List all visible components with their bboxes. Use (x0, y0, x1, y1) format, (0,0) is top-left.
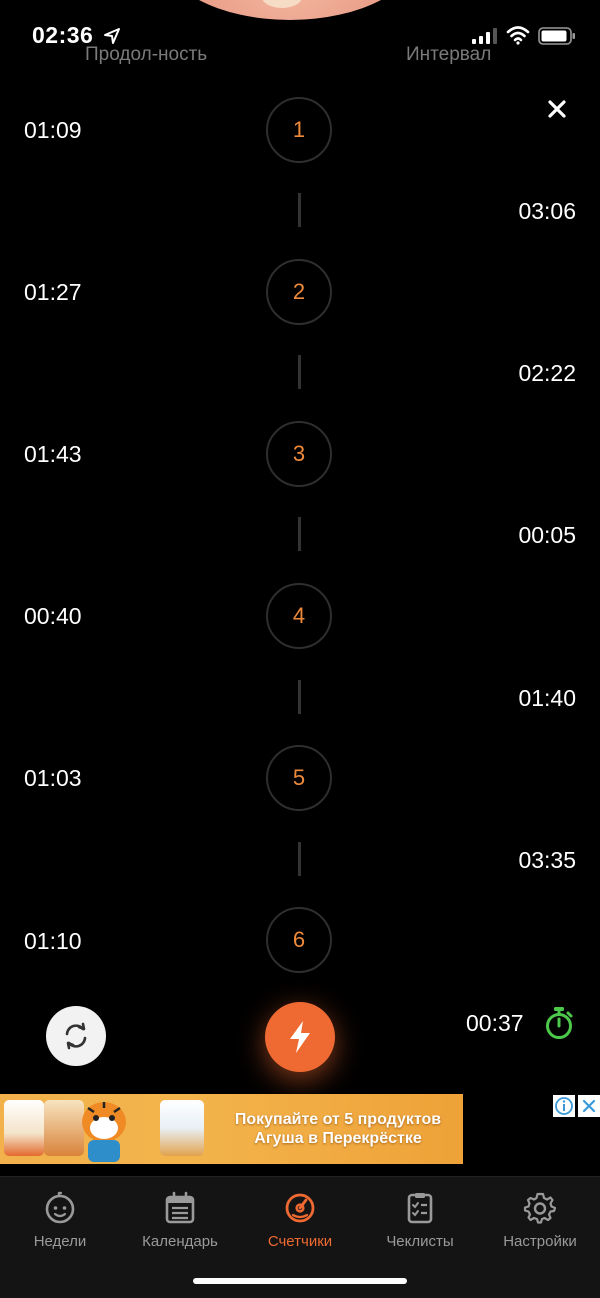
contraction-duration: 01:03 (24, 765, 82, 791)
contraction-interval: 03:06 (518, 198, 576, 224)
contraction-interval: 01:40 (518, 685, 576, 711)
tab-weeks[interactable]: Недели (0, 1187, 120, 1257)
contraction-number-badge[interactable]: 1 (266, 97, 332, 163)
contraction-interval: 02:22 (518, 360, 576, 386)
contraction-number-badge[interactable]: 2 (266, 259, 332, 325)
contraction-number-badge[interactable]: 3 (266, 421, 332, 487)
tab-settings-label: Настройки (503, 1233, 577, 1250)
tab-counters-label: Счетчики (267, 1233, 333, 1250)
duration-column-header: Продол-ность (85, 44, 208, 65)
tab-calendar[interactable]: Календарь (120, 1187, 240, 1257)
ad-product-image (4, 1100, 44, 1156)
counter-dial-icon (285, 1193, 315, 1223)
ad-close-icon[interactable] (578, 1095, 600, 1117)
contraction-interval: 00:05 (518, 522, 576, 548)
calendar-icon (165, 1191, 195, 1224)
timeline-connector (298, 193, 301, 227)
baby-face-icon (45, 1191, 75, 1224)
contraction-number-badge[interactable]: 5 (266, 745, 332, 811)
tab-checklists[interactable]: Чеклисты (360, 1187, 480, 1257)
contraction-duration: 01:09 (24, 117, 82, 143)
reset-button[interactable] (46, 1006, 106, 1066)
ad-info-icon[interactable] (553, 1095, 575, 1117)
contraction-interval: 03:35 (518, 847, 576, 873)
contraction-duration: 01:43 (24, 441, 82, 467)
refresh-icon (65, 1022, 87, 1050)
tab-checklists-label: Чеклисты (386, 1233, 454, 1250)
ad-product-image (160, 1100, 204, 1156)
timeline-connector (298, 842, 301, 876)
timeline-connector (298, 680, 301, 714)
contraction-number-badge[interactable]: 4 (266, 583, 332, 649)
wifi-icon (506, 26, 530, 45)
ad-mascot-image (82, 1102, 126, 1162)
gear-icon (523, 1192, 557, 1224)
close-button[interactable] (540, 92, 574, 126)
contraction-duration: 01:27 (24, 279, 82, 305)
location-arrow-icon (104, 28, 120, 44)
timeline-connector (298, 355, 301, 389)
home-indicator (193, 1278, 407, 1284)
close-icon (548, 100, 566, 118)
cellular-signal-icon (472, 28, 497, 44)
ad-headline: Покупайте от 5 продуктов Агуша в Перекрё… (218, 1110, 458, 1148)
start-contraction-button[interactable] (265, 1002, 335, 1072)
battery-icon (538, 27, 575, 45)
tab-calendar-label: Календарь (142, 1233, 218, 1250)
contraction-duration: 01:10 (24, 928, 82, 954)
timeline-connector (298, 517, 301, 551)
tab-settings[interactable]: Настройки (480, 1187, 600, 1257)
lightning-bolt-icon (290, 1021, 310, 1053)
ad-headline-line2: Агуша в Перекрёстке (254, 1130, 422, 1147)
ad-headline-line1: Покупайте от 5 продуктов (234, 1111, 442, 1128)
tab-weeks-label: Недели (33, 1233, 87, 1250)
stopwatch-icon[interactable] (543, 1006, 575, 1040)
contraction-number-badge[interactable]: 6 (266, 907, 332, 973)
tab-counters[interactable]: Счетчики (240, 1187, 360, 1257)
ad-banner[interactable]: Покупайте от 5 продуктов Агуша в Перекрё… (0, 1094, 463, 1164)
contraction-duration: 00:40 (24, 603, 82, 629)
current-timer: 00:37 (466, 1010, 524, 1036)
interval-column-header: Интервал (406, 44, 492, 65)
checklist-icon (407, 1193, 433, 1224)
